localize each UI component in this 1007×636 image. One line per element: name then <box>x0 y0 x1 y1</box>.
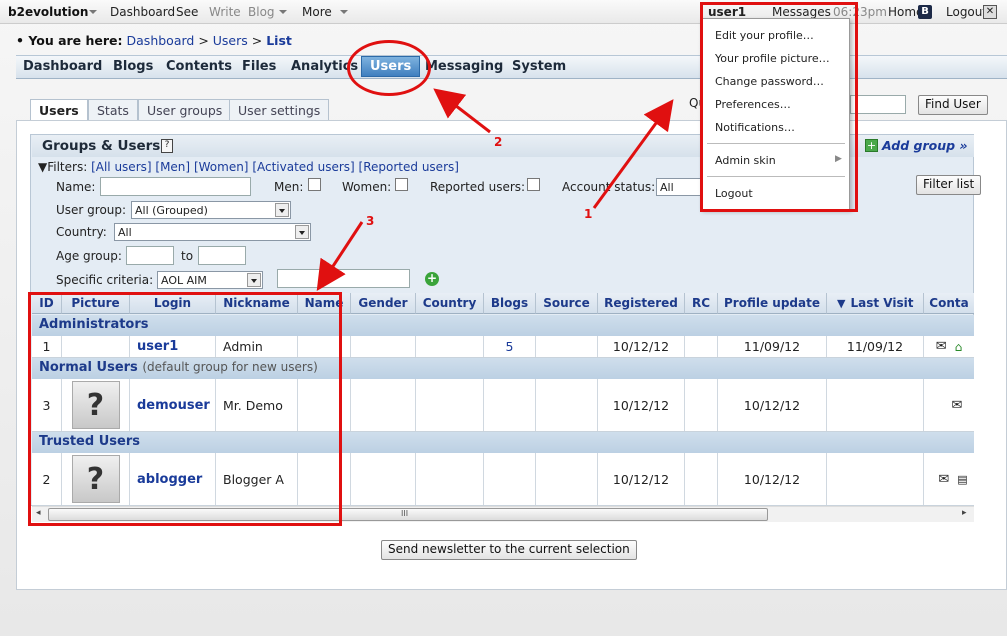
annotation-number-1: 1 <box>584 207 593 221</box>
annotation-number-2: 2 <box>494 135 503 149</box>
annotation-arrow-2 <box>433 88 491 134</box>
annotation-arrow-3 <box>316 221 364 292</box>
annotation-number-3: 3 <box>366 214 375 228</box>
annotation-arrows <box>316 88 674 292</box>
annotation-arrow-1 <box>592 99 674 209</box>
